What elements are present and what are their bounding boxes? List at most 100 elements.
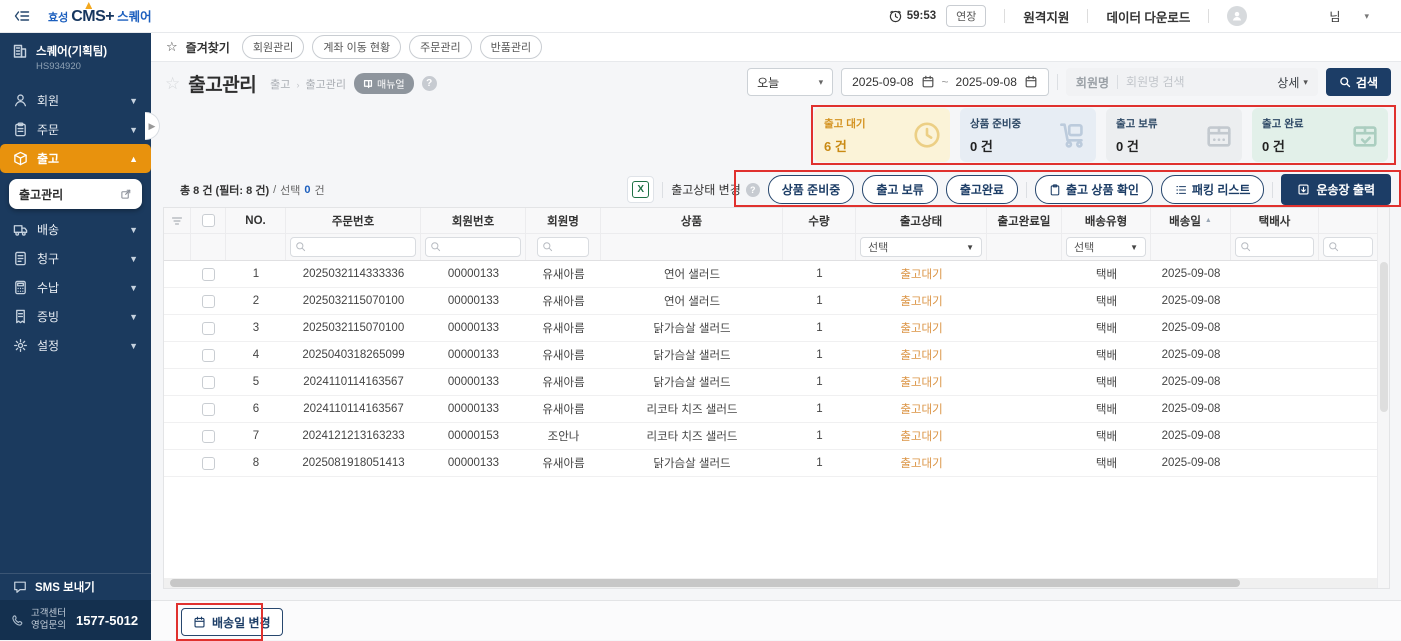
favorite-tab-order-management[interactable]: 주문관리 xyxy=(409,35,472,59)
row-checkbox[interactable] xyxy=(202,375,215,389)
set-hold-button[interactable]: 출고 보류 xyxy=(862,175,938,204)
table-row[interactable]: 8 2025081918051413 00000133 유새아름 닭가슴살 샐러… xyxy=(164,450,1377,477)
chevron-down-icon[interactable]: ▾ xyxy=(1364,11,1369,22)
row-checkbox[interactable] xyxy=(202,294,215,308)
date-from-value[interactable]: 2025-09-08 xyxy=(852,75,913,89)
person-icon xyxy=(1233,11,1242,21)
set-preparing-button[interactable]: 상품 준비중 xyxy=(767,175,855,204)
help-icon[interactable]: ? xyxy=(745,182,760,197)
set-complete-button[interactable]: 출고완료 xyxy=(945,175,1018,204)
building-icon xyxy=(13,44,27,58)
horizontal-scrollbar-thumb[interactable] xyxy=(170,579,1240,587)
calendar-icon[interactable] xyxy=(921,75,935,89)
table-row[interactable]: 2 2025032115070100 00000133 유새아름 연어 샐러드 … xyxy=(164,288,1377,315)
table-row[interactable]: 4 2025040318265099 00000133 유새아름 닭가슴살 샐러… xyxy=(164,342,1377,369)
col-header-order-no: 주문번호 xyxy=(286,208,421,233)
divider xyxy=(662,181,664,198)
sidebar-item-receipt[interactable]: 수납 ▼ xyxy=(0,273,151,302)
vertical-scrollbar[interactable] xyxy=(1377,208,1389,588)
vertical-scrollbar-thumb[interactable] xyxy=(1380,262,1388,412)
calendar-icon xyxy=(194,616,205,628)
status-card-hold[interactable]: 출고 보류 0 건 xyxy=(1106,108,1242,162)
horizontal-scrollbar[interactable] xyxy=(164,578,1377,588)
table-header-row: NO. 주문번호 회원번호 회원명 상품 수량 출고상태 출고완료일 배송유형 … xyxy=(164,208,1377,234)
row-checkbox[interactable] xyxy=(202,402,215,416)
row-checkbox[interactable] xyxy=(202,267,215,281)
filter-delivery-type-select[interactable]: 선택 ▼ xyxy=(1066,237,1146,257)
data-download-link[interactable]: 데이터 다운로드 xyxy=(1106,7,1190,26)
col-header-member-name: 회원명 xyxy=(526,208,601,233)
chevron-down-icon: ▼ xyxy=(966,242,974,252)
help-icon[interactable]: ? xyxy=(421,76,437,91)
status-card-complete[interactable]: 출고 완료 0 건 xyxy=(1252,108,1388,162)
table-empty-space xyxy=(164,477,1377,576)
logo-brand: CMS+ xyxy=(71,2,115,26)
status-badge: 출고대기 xyxy=(900,296,943,308)
print-invoice-button[interactable]: 운송장 출력 xyxy=(1281,174,1391,205)
favorite-tab-member-management[interactable]: 회원관리 xyxy=(241,35,305,59)
chevron-up-icon: ▲ xyxy=(129,153,138,164)
sms-send-button[interactable]: SMS 보내기 xyxy=(0,573,151,600)
change-delivery-date-button[interactable]: 배송일 변경 xyxy=(181,608,283,636)
sidebar-item-settings[interactable]: 설정 ▼ xyxy=(0,331,151,360)
favorite-star-icon[interactable]: ☆ xyxy=(165,74,180,94)
date-range-separator: ~ xyxy=(941,75,949,89)
packing-list-button[interactable]: 패킹 리스트 xyxy=(1160,175,1265,204)
check-shipping-products-button[interactable]: 출고 상품 확인 xyxy=(1034,175,1153,204)
brand-logo[interactable]: 효성 CMS+ 스퀘어 xyxy=(48,2,152,26)
column-settings-icon[interactable] xyxy=(164,208,191,233)
row-checkbox[interactable] xyxy=(202,456,215,470)
remote-support-link[interactable]: 원격지원 xyxy=(1023,7,1069,26)
row-checkbox[interactable] xyxy=(202,429,215,443)
phone-icon xyxy=(12,614,23,626)
chevron-down-icon: ▼ xyxy=(129,340,138,351)
person-icon xyxy=(14,94,27,107)
extend-session-button[interactable]: 연장 xyxy=(946,5,987,27)
date-to-value[interactable]: 2025-09-08 xyxy=(956,75,1017,89)
user-avatar[interactable] xyxy=(1227,6,1248,26)
manual-badge[interactable]: 매뉴얼 xyxy=(354,73,414,94)
star-icon: ☆ xyxy=(166,39,178,54)
sidebar-item-billing[interactable]: 청구 ▼ xyxy=(0,244,151,273)
favorite-tab-return-management[interactable]: 반품관리 xyxy=(479,35,543,59)
row-checkbox[interactable] xyxy=(202,321,215,335)
table-toolbar: X 출고상태 변경 ? 상품 준비중 출고 보류 출고완료 출고 상품 확인 패… xyxy=(627,174,1391,205)
filter-order-no-input[interactable] xyxy=(290,237,416,257)
sidebar-item-order[interactable]: 주문 ▼ xyxy=(0,115,151,144)
sidebar-item-delivery[interactable]: 배송 ▼ xyxy=(0,215,151,244)
table-row[interactable]: 1 2025032114333336 00000133 유새아름 연어 샐러드 … xyxy=(164,261,1377,288)
table-row[interactable]: 5 2024110114163567 00000133 유새아름 닭가슴살 샐러… xyxy=(164,369,1377,396)
sidebar-item-evidence[interactable]: 증빙 ▼ xyxy=(0,302,151,331)
date-preset-select[interactable]: 오늘 ▾ xyxy=(747,68,834,96)
favorite-tab-account-transfer[interactable]: 계좌 이동 현황 xyxy=(312,35,402,59)
table-row[interactable]: 3 2025032115070100 00000133 유새아름 닭가슴살 샐러… xyxy=(164,315,1377,342)
trolley-icon xyxy=(1058,120,1088,150)
calendar-icon[interactable] xyxy=(1024,75,1038,89)
customer-center-contact: 고객센터 영업문의 1577-5012 xyxy=(0,600,151,640)
col-header-delivery-date[interactable]: 배송일 ▲ xyxy=(1151,208,1231,233)
contact-phone-number: 1577-5012 xyxy=(75,612,139,628)
status-card-preparing[interactable]: 상품 준비중 0 건 xyxy=(960,108,1096,162)
select-all-checkbox[interactable] xyxy=(201,214,215,227)
sort-asc-icon: ▲ xyxy=(1204,217,1212,224)
status-badge: 출고대기 xyxy=(900,404,943,416)
favorites-bar: ☆ 즐겨찾기 회원관리 계좌 이동 현황 주문관리 반품관리 xyxy=(151,33,1401,62)
status-card-waiting[interactable]: 출고 대기 6 건 xyxy=(814,108,950,162)
row-checkbox[interactable] xyxy=(202,348,215,362)
table-row[interactable]: 7 2024121213163233 00000153 조안나 리코타 치즈 샐… xyxy=(164,423,1377,450)
detail-search-toggle[interactable]: 상세 ▾ xyxy=(1277,74,1308,91)
table-row[interactable]: 6 2024110114163567 00000133 유새아름 리코타 치즈 … xyxy=(164,396,1377,423)
box-icon xyxy=(14,151,27,166)
sidebar-item-shipping[interactable]: 출고 ▲ xyxy=(0,144,151,173)
excel-export-button[interactable]: X xyxy=(627,176,655,203)
sidebar-subitem-shipping-management[interactable]: 출고관리 xyxy=(9,179,142,209)
sidebar-collapse-icon[interactable] xyxy=(14,9,30,23)
col-header-delivery-type: 배송유형 xyxy=(1062,208,1151,233)
chevron-down-icon: ▼ xyxy=(129,224,138,235)
sidebar-item-member[interactable]: 회원 ▼ xyxy=(0,86,151,115)
panel-collapse-handle[interactable]: ▶ xyxy=(145,112,160,140)
search-button[interactable]: 검색 xyxy=(1325,68,1391,96)
filter-status-select[interactable]: 선택 ▼ xyxy=(860,237,982,257)
receipt-icon xyxy=(16,309,25,324)
member-search-input[interactable] xyxy=(1126,75,1217,89)
